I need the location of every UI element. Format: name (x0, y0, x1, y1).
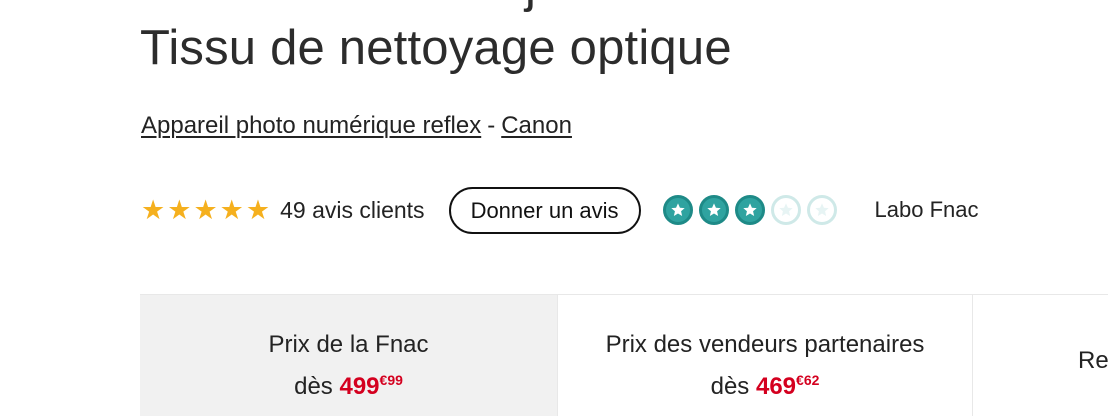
labo-star-filled-icon (698, 195, 729, 225)
product-page: Tissu de nettoyagj Tissu de nettoyage op… (0, 0, 1108, 416)
tab-partner-price-value: dès 469€62 (558, 364, 972, 403)
tab-third-label: Re (1078, 347, 1108, 374)
star-icon: ★ (141, 195, 166, 225)
tab-partner-price-label: Prix des vendeurs partenaires (605, 331, 925, 358)
tab-fnac-price[interactable]: Prix de la Fnac dès 499€99 (140, 295, 558, 416)
breadcrumb-brand-link[interactable]: Canon (501, 112, 572, 139)
tab-partner-price[interactable]: Prix des vendeurs partenaires dès 469€62 (558, 295, 973, 416)
price-cents: €62 (796, 372, 820, 388)
title-cut-glyph: j (525, 0, 536, 13)
product-title: Tissu de nettoyage optique (140, 21, 732, 75)
labo-star-filled-icon (662, 195, 693, 225)
star-icon: ★ (219, 195, 244, 225)
star-icon: ★ (167, 195, 192, 225)
breadcrumb-category-link[interactable]: Appareil photo numérique reflex (141, 112, 481, 139)
give-review-button[interactable]: Donner un avis (448, 186, 641, 234)
customer-rating-stars[interactable]: ★ ★ ★ ★ ★ (141, 196, 270, 224)
star-icon: ★ (193, 195, 218, 225)
labo-star-empty-icon (806, 195, 837, 225)
tab-third-cut[interactable]: Re (973, 295, 1108, 416)
price-cents: €99 (379, 372, 403, 388)
price-main: 469 (755, 373, 797, 400)
tab-fnac-price-label: Prix de la Fnac (268, 331, 429, 358)
price-main: 499 (339, 373, 380, 400)
star-icon: ★ (245, 195, 271, 225)
tab-fnac-price-value: dès 499€99 (140, 364, 557, 403)
price-tabs: Prix de la Fnac dès 499€99 Prix des vend… (140, 294, 1108, 416)
labo-fnac-rating[interactable] (662, 195, 837, 225)
breadcrumb: Appareil photo numérique reflex - Canon (141, 110, 572, 142)
breadcrumb-separator: - (487, 112, 496, 139)
price-from-label: dès (294, 373, 333, 400)
labo-fnac-label: Labo Fnac (874, 197, 979, 222)
price-from-label: dès (710, 373, 750, 400)
labo-star-filled-icon (734, 195, 765, 225)
labo-star-empty-icon (770, 195, 801, 225)
reviews-count-link[interactable]: 49 avis clients (280, 197, 424, 224)
rating-row: ★ ★ ★ ★ ★ 49 avis clients Donner un avis… (141, 186, 979, 234)
